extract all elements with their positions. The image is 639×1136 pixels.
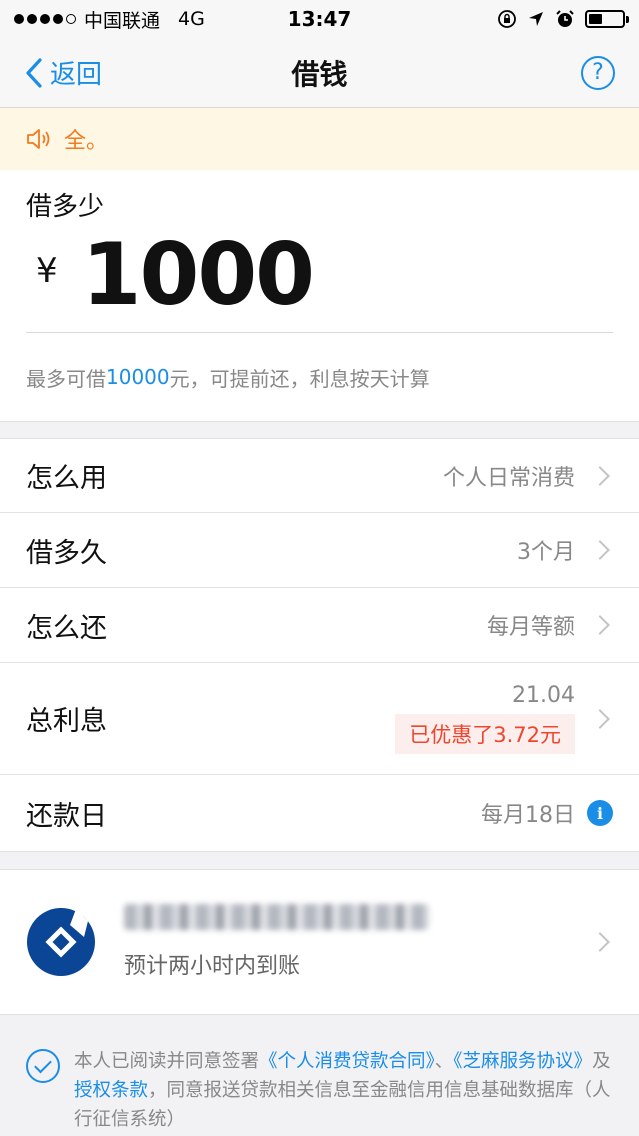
section-divider <box>0 851 639 869</box>
alarm-icon <box>556 10 574 27</box>
notice-bar: 全。 <box>0 108 639 170</box>
chevron-left-icon <box>26 57 42 88</box>
chevron-right-icon <box>590 615 610 635</box>
row-label: 总利息 <box>26 706 107 737</box>
bank-logo-icon <box>27 908 95 976</box>
row-value: 3个月 <box>517 540 575 565</box>
chevron-right-icon <box>590 708 610 729</box>
page-title: 借钱 <box>291 57 348 91</box>
status-bar: 中国联通 4G 13:47 <box>0 0 639 38</box>
hint-suffix: 元，可提前还，利息按天计算 <box>169 366 430 391</box>
row-label: 借多久 <box>26 537 107 569</box>
loan-contract-link[interactable]: 《个人消费贷款合同》 <box>259 1051 435 1072</box>
status-right <box>497 9 629 29</box>
carrier-name: 中国联通 <box>84 9 161 32</box>
signal-strength-icon <box>14 14 76 24</box>
chevron-right-icon <box>590 932 610 952</box>
row-term[interactable]: 借多久 3个月 <box>0 513 639 588</box>
amount-input[interactable]: 1000 <box>82 223 315 327</box>
authorization-terms-link[interactable]: 授权条款 <box>74 1080 148 1101</box>
location-icon <box>529 12 543 26</box>
row-value: 每月18日 <box>481 803 575 828</box>
row-value: 每月等额 <box>486 615 575 640</box>
row-value: 21.04 <box>512 683 575 708</box>
amount-hint: 最多可借 10000 元，可提前还，利息按天计算 <box>26 333 613 421</box>
currency-symbol: ¥ <box>36 251 58 291</box>
row-label: 怎么还 <box>26 612 107 644</box>
row-right: 21.04 已优惠了3.72元 <box>395 683 613 754</box>
speaker-icon <box>27 129 50 149</box>
row-right: 每月等额 <box>487 609 613 641</box>
agreement-text-part: 及 <box>592 1051 611 1072</box>
bank-arrival-eta: 预计两小时内到账 <box>124 954 301 979</box>
row-usage[interactable]: 怎么用 个人日常消费 <box>0 439 639 513</box>
agreement-text: 本人已阅读并同意签署《个人消费贷款合同》、《芝麻服务协议》及授权条款，同意报送贷… <box>74 1047 613 1134</box>
battery-icon <box>585 10 629 28</box>
loan-options-list: 怎么用 个人日常消费 借多久 3个月 怎么还 每月等额 总利息 21.04 已优… <box>0 439 639 851</box>
orientation-lock-icon <box>498 10 516 28</box>
nav-bar: 返回 借钱 ? <box>0 38 639 108</box>
row-right: 每月18日 i <box>481 797 613 829</box>
hint-max-amount: 10000 <box>106 365 170 389</box>
bank-account-name-redacted <box>124 904 429 930</box>
row-label: 怎么用 <box>26 463 107 494</box>
status-time: 13:47 <box>287 7 352 31</box>
discount-badge: 已优惠了3.72元 <box>395 714 575 754</box>
section-divider <box>0 421 639 439</box>
amount-label: 借多少 <box>26 192 105 222</box>
bank-account-card[interactable]: 预计两小时内到账 <box>0 869 639 1015</box>
bank-info: 预计两小时内到账 <box>124 904 587 980</box>
agreement-text-part: 本人已阅读并同意签署 <box>74 1051 260 1072</box>
amount-card: 借多少 ¥ 1000 最多可借 10000 元，可提前还，利息按天计算 <box>0 170 639 421</box>
battery-fill <box>589 14 602 24</box>
back-button[interactable]: 返回 <box>24 54 102 91</box>
row-interest[interactable]: 总利息 21.04 已优惠了3.72元 <box>0 663 639 775</box>
row-value: 个人日常消费 <box>442 465 575 491</box>
chevron-right-icon <box>590 465 610 486</box>
chevron-right-icon <box>590 540 610 560</box>
row-right: 个人日常消费 <box>443 460 613 492</box>
hint-prefix: 最多可借 <box>26 366 106 391</box>
help-icon[interactable]: ? <box>581 55 615 90</box>
sesame-agreement-link[interactable]: 《芝麻服务协议》 <box>453 1051 592 1072</box>
row-right: 3个月 <box>517 534 613 566</box>
agreement-text-part: ，同意报送贷款相关信息至金融信用信息基础数据库（人行征信系统） <box>74 1080 611 1130</box>
back-label: 返回 <box>50 60 103 90</box>
status-left: 中国联通 4G <box>14 6 205 33</box>
amount-input-row[interactable]: ¥ 1000 <box>26 223 613 333</box>
notice-text: 全。 <box>64 129 109 154</box>
network-type: 4G <box>178 8 205 30</box>
agreement-text-part: 、 <box>434 1051 454 1072</box>
info-icon[interactable]: i <box>587 800 613 826</box>
checkmark-icon[interactable] <box>26 1049 60 1083</box>
row-repayment[interactable]: 怎么还 每月等额 <box>0 588 639 663</box>
interest-stack: 21.04 已优惠了3.72元 <box>395 683 575 754</box>
row-repayment-day: 还款日 每月18日 i <box>0 775 639 851</box>
row-label: 还款日 <box>26 800 107 832</box>
agreement-section: 本人已阅读并同意签署《个人消费贷款合同》、《芝麻服务协议》及授权条款，同意报送贷… <box>0 1015 639 1134</box>
